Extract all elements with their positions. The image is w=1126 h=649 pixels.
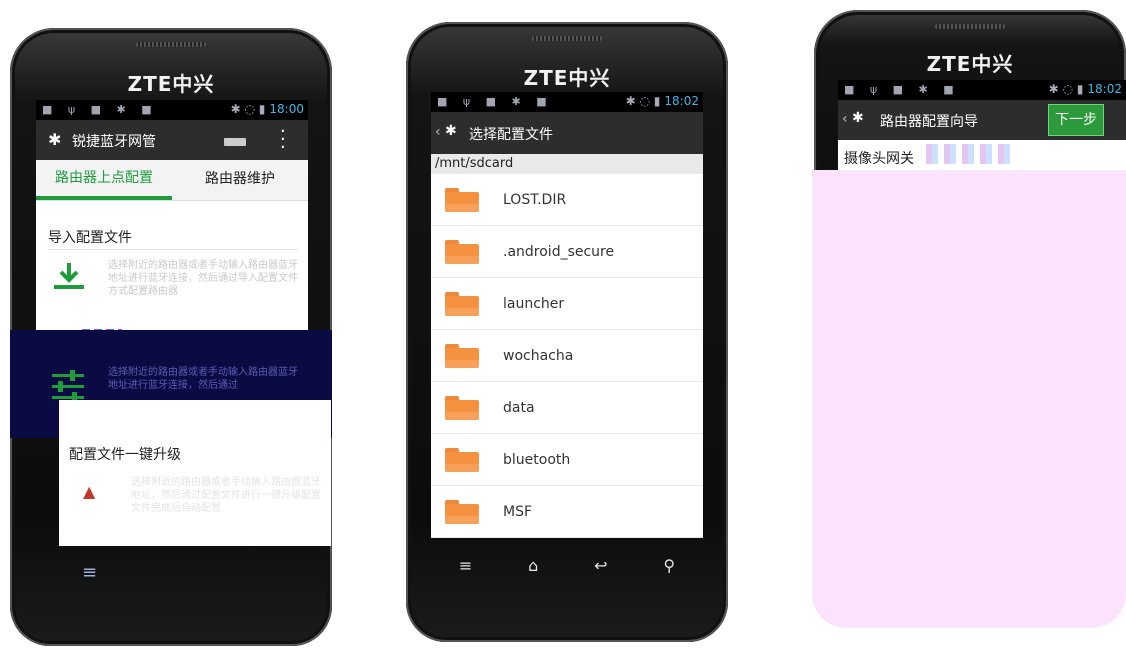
- bluetooth-icon: ✱: [48, 130, 62, 149]
- tab-router-config[interactable]: 路由器上点配置: [36, 160, 172, 200]
- folder-icon: [445, 395, 479, 420]
- folder-name: data: [503, 399, 535, 416]
- back-icon[interactable]: ‹: [842, 111, 848, 127]
- phone-3-screen: ■ ψ ■ ✱ ■ ✱ ◌ ▮ 18:02 ‹ ✱ 路由器配置向导 下一步 摄像头…: [838, 80, 1126, 170]
- notification-icons: ■ ψ ■ ✱ ■: [437, 95, 553, 108]
- folder-name: MSF: [503, 503, 533, 520]
- soft-key-bar: ≡ ⌂ ↩ ⚲: [431, 548, 703, 582]
- earpiece-speaker: [935, 24, 1005, 29]
- field-label: 摄像头网关: [844, 151, 914, 167]
- rocket-icon: ▲: [83, 482, 96, 501]
- earpiece-speaker: [136, 42, 206, 47]
- overflow-menu-icon[interactable]: · · ·: [280, 123, 286, 157]
- status-time: 18:02: [1087, 82, 1122, 96]
- folder-row[interactable]: LOST.DIR: [431, 174, 703, 226]
- download-icon: [52, 261, 86, 291]
- router-icon[interactable]: [224, 138, 246, 146]
- section-description: 选择附近的路由器或者手动输入路由器蓝牙地址进行蓝牙连接，然后通过: [108, 367, 298, 391]
- section-import[interactable]: 导入配置文件 选择附近的路由器或者手动输入路由器蓝牙地址进行蓝牙连接，然后通过导…: [36, 201, 308, 301]
- glitch-block: [926, 144, 1016, 164]
- folder-row[interactable]: bluetooth: [431, 434, 703, 486]
- notification-icons: ■ ψ ■ ✱ ■: [844, 83, 960, 96]
- page-title: 路由器配置向导: [880, 114, 978, 130]
- brand-logo: ZTE中兴: [127, 72, 215, 96]
- earpiece-speaker: [532, 36, 602, 41]
- status-bar: ■ ψ ■ ✱ ■ ✱ ◌ ▮ 18:00: [36, 100, 308, 120]
- folder-icon: [445, 447, 479, 472]
- status-right: ✱ ◌ ▮ 18:02: [1048, 82, 1122, 96]
- status-right: ✱ ◌ ▮ 18:02: [625, 94, 699, 108]
- field-row[interactable]: 摄像头网关: [838, 140, 1126, 170]
- notification-icons: ■ ψ ■ ✱ ■: [42, 103, 158, 116]
- tab-bar: 路由器上点配置 路由器维护: [36, 160, 308, 201]
- status-time: 18:00: [269, 102, 304, 116]
- phone-1: ZTE中兴 ■ ψ ■ ✱ ■ ✱ ◌ ▮ 18:00 ✱ 锐捷蓝牙网管 · · · …: [10, 28, 332, 646]
- folder-row[interactable]: wochacha: [431, 330, 703, 382]
- section-description: 选择附近的路由器或者手动输入路由器蓝牙地址，然后通过配置文件进行一键升级配置文件…: [131, 477, 321, 514]
- page-title: 选择配置文件: [469, 127, 553, 143]
- brand-logo: ZTE中兴: [523, 66, 611, 90]
- folder-row[interactable]: launcher: [431, 278, 703, 330]
- search-key-icon[interactable]: ⚲: [663, 556, 675, 575]
- folder-name: .android_secure: [503, 243, 615, 260]
- action-bar: ✱ 锐捷蓝牙网管 · · ·: [36, 120, 308, 160]
- status-right: ✱ ◌ ▮ 18:00: [230, 102, 304, 116]
- folder-list: LOST.DIR .android_secure launcher wochacha d…: [431, 174, 703, 538]
- action-bar: ‹ ✱ 路由器配置向导 下一步: [838, 100, 1126, 140]
- folder-icon: [445, 239, 479, 264]
- brand-logo: ZTE中兴: [926, 52, 1014, 76]
- status-bar: ■ ψ ■ ✱ ■ ✱ ◌ ▮ 18:02: [431, 92, 703, 112]
- home-key-icon[interactable]: ⌂: [528, 556, 538, 575]
- phone-2-screen: ■ ψ ■ ✱ ■ ✱ ◌ ▮ 18:02 ‹ ✱ 选择配置文件 /mnt/sdc…: [431, 92, 703, 538]
- menu-key-icon[interactable]: ≡: [459, 556, 472, 575]
- bluetooth-icon: ✱: [852, 110, 864, 126]
- app-title: 锐捷蓝牙网管: [72, 134, 156, 150]
- section-title: 配置文件一键升级: [69, 447, 181, 463]
- folder-icon: [445, 187, 479, 212]
- glitch-magenta-panel: [812, 170, 1126, 628]
- folder-name: LOST.DIR: [503, 191, 567, 208]
- folder-name: wochacha: [503, 347, 574, 364]
- upgrade-panel[interactable]: 配置文件一键升级 ▲ 选择附近的路由器或者手动输入路由器蓝牙地址，然后通过配置文…: [59, 400, 331, 546]
- bluetooth-icon: ✱: [445, 123, 457, 139]
- section-title: 导入配置文件: [48, 230, 132, 246]
- sliders-icon: [50, 368, 86, 404]
- status-bar: ■ ψ ■ ✱ ■ ✱ ◌ ▮ 18:02: [838, 80, 1126, 100]
- menu-key-icon[interactable]: ≡: [82, 562, 97, 583]
- folder-name: launcher: [503, 295, 565, 312]
- action-bar: ‹ ✱ 选择配置文件: [431, 112, 703, 154]
- back-icon[interactable]: ‹: [435, 124, 441, 140]
- status-time: 18:02: [664, 94, 699, 108]
- section-description: 选择附近的路由器或者手动输入路由器蓝牙地址进行蓝牙连接，然后通过导入配置文件方式…: [108, 260, 298, 297]
- folder-row[interactable]: data: [431, 382, 703, 434]
- next-button[interactable]: 下一步: [1048, 104, 1104, 136]
- divider: [48, 249, 298, 250]
- folder-icon: [445, 291, 479, 316]
- folder-row[interactable]: .android_secure: [431, 226, 703, 278]
- back-key-icon[interactable]: ↩: [594, 556, 607, 575]
- phone-2: ZTE中兴 ■ ψ ■ ✱ ■ ✱ ◌ ▮ 18:02 ‹ ✱ 选择配置文件 /m…: [406, 22, 728, 642]
- folder-name: bluetooth: [503, 451, 571, 468]
- tab-router-maintenance[interactable]: 路由器维护: [172, 160, 308, 200]
- folder-row[interactable]: MSF: [431, 486, 703, 538]
- path-bar: /mnt/sdcard: [431, 154, 703, 174]
- folder-icon: [445, 499, 479, 524]
- folder-icon: [445, 343, 479, 368]
